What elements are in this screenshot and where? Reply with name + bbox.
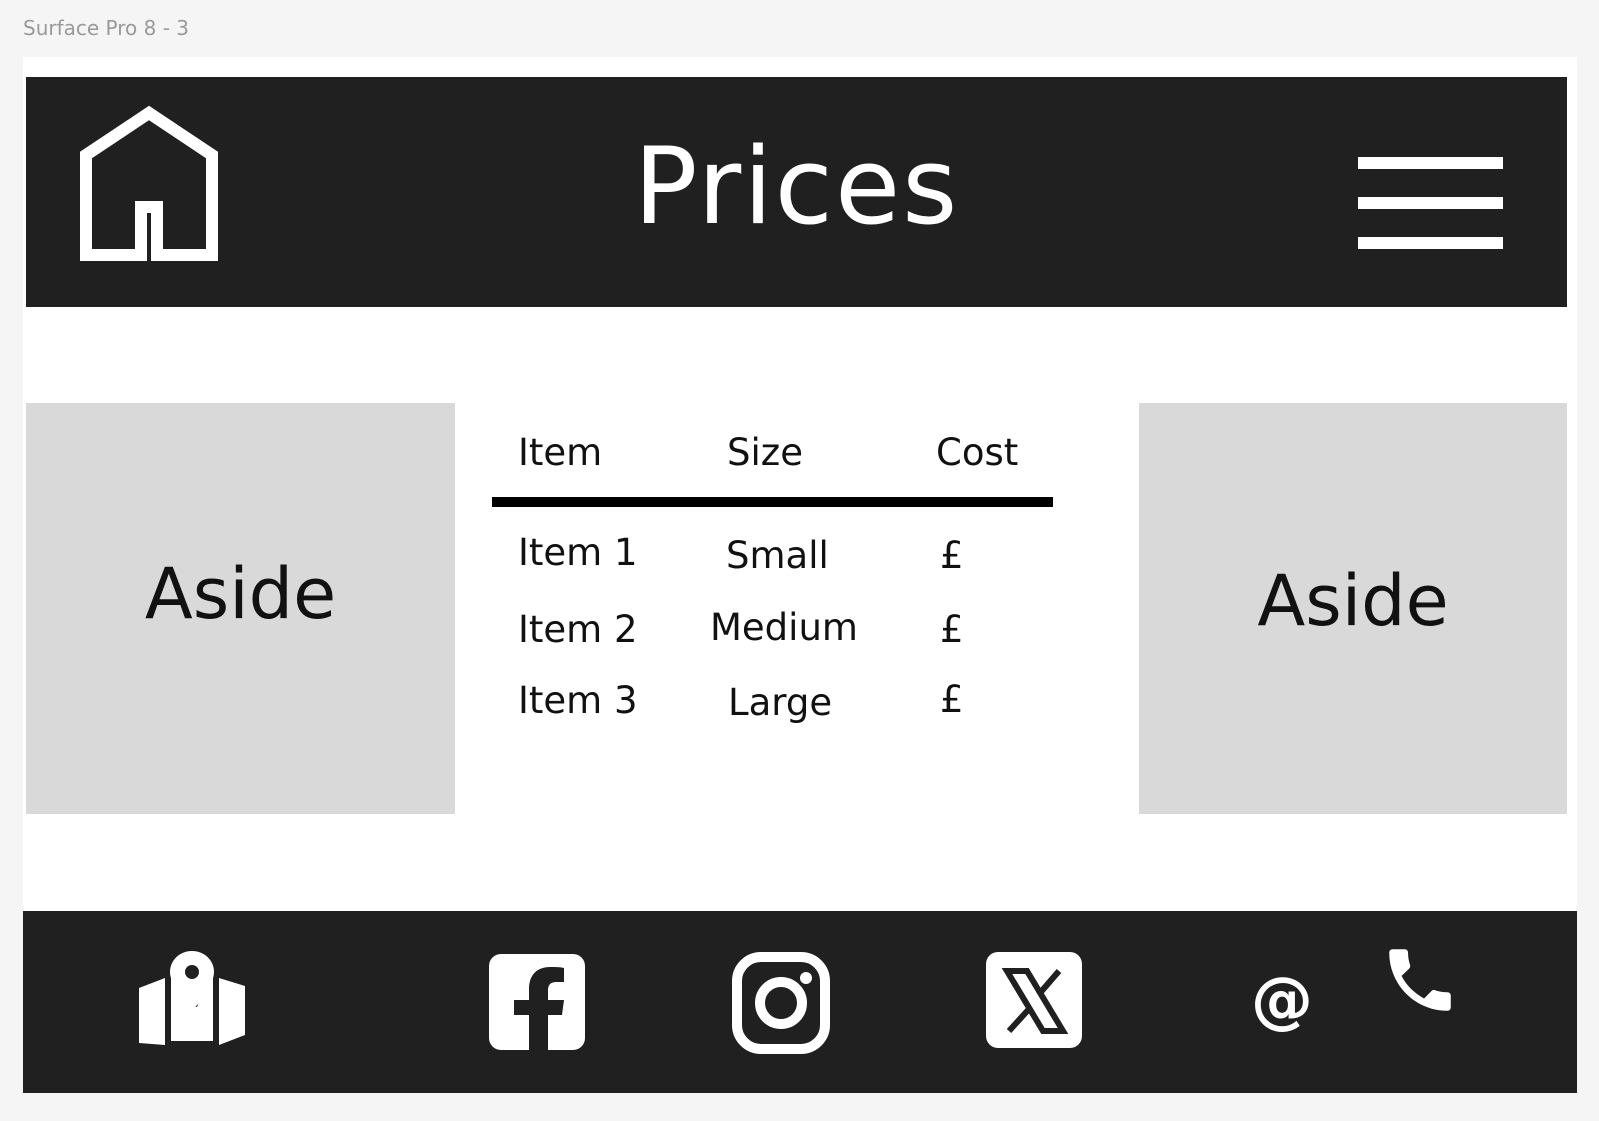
- table-cell-item-1: Item 1: [518, 531, 638, 574]
- hamburger-menu-icon[interactable]: [1358, 157, 1503, 253]
- column-header-cost: Cost: [936, 431, 1019, 474]
- page-frame: Prices Aside Item Size Cost Item 1 Small…: [23, 57, 1577, 1093]
- x-icon[interactable]: [985, 951, 1083, 1049]
- phone-icon[interactable]: [1379, 939, 1461, 1021]
- map-pin-icon[interactable]: [137, 951, 247, 1047]
- aside-right: Aside: [1139, 403, 1567, 814]
- aside-left: Aside: [26, 403, 455, 814]
- table-header-divider: [492, 497, 1053, 507]
- table-cell-size-3: Large: [728, 681, 833, 724]
- at-sign-glyph: @: [1251, 969, 1313, 1035]
- price-table: Item Size Cost Item 1 Small £ Item 2 Med…: [492, 403, 1053, 763]
- page-title: Prices: [633, 125, 960, 248]
- table-cell-cost-3: £: [940, 678, 964, 721]
- footer-bar: @: [23, 911, 1577, 1093]
- at-sign-icon[interactable]: @: [1249, 969, 1315, 1035]
- column-header-item: Item: [518, 431, 603, 474]
- table-cell-size-1: Small: [726, 534, 829, 577]
- aside-left-label: Aside: [144, 552, 337, 635]
- table-cell-cost-2: £: [940, 608, 964, 651]
- table-cell-size-2: Medium: [710, 606, 858, 649]
- instagram-icon[interactable]: [731, 951, 831, 1055]
- frame-label: Surface Pro 8 - 3: [23, 16, 190, 40]
- table-cell-cost-1: £: [940, 534, 964, 577]
- column-header-size: Size: [727, 431, 803, 474]
- table-cell-item-2: Item 2: [518, 608, 638, 651]
- header-bar: Prices: [26, 77, 1567, 307]
- aside-right-label: Aside: [1257, 559, 1449, 642]
- facebook-icon[interactable]: [488, 953, 586, 1051]
- table-cell-item-3: Item 3: [518, 679, 638, 722]
